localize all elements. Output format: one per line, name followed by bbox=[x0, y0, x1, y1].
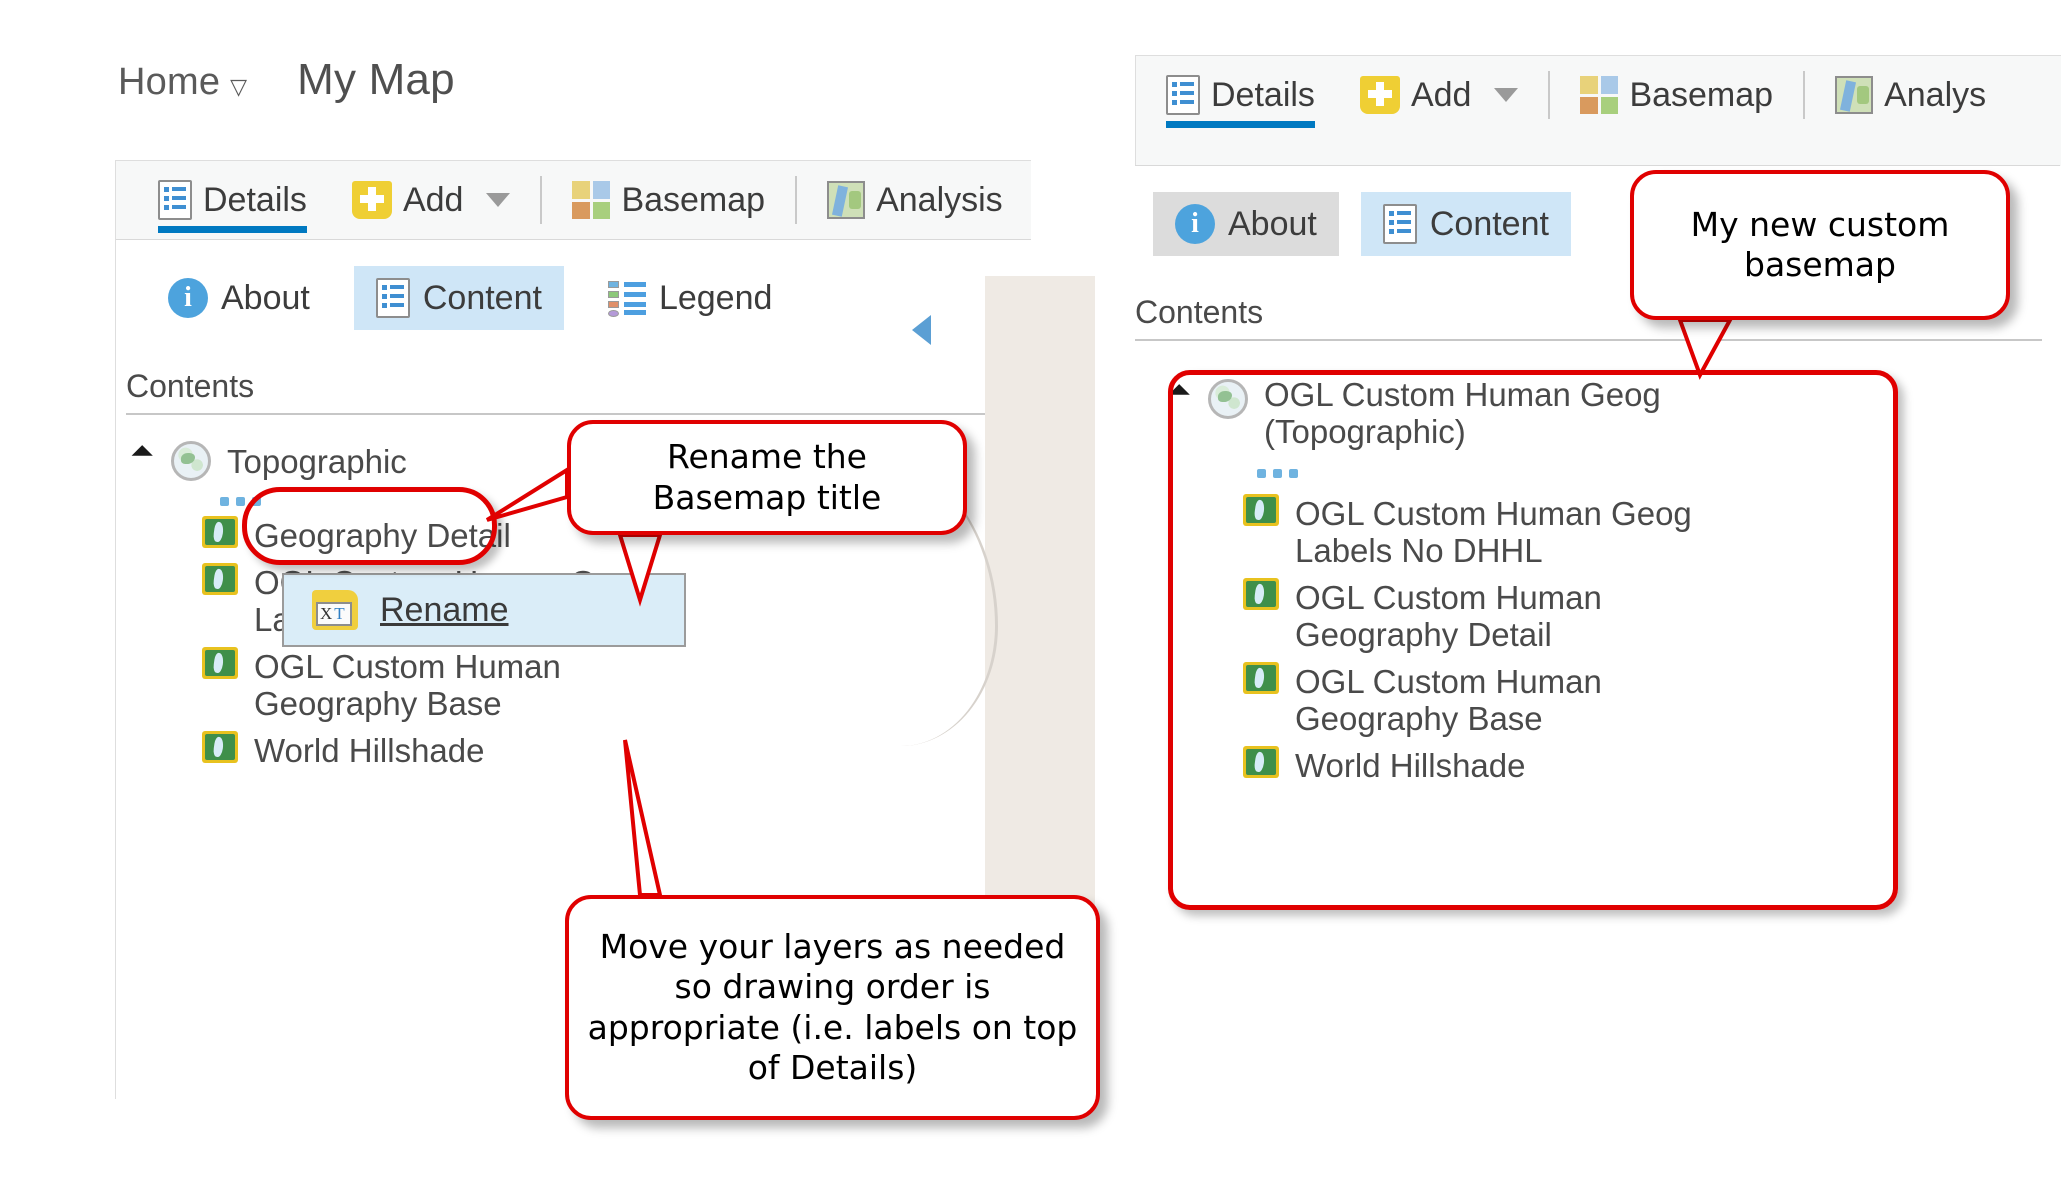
panel-collapse-arrow-icon[interactable] bbox=[912, 315, 931, 345]
callout-new-custom-basemap: My new custom basemap bbox=[1630, 170, 2010, 320]
right-main-toolbar: Details Add Basemap Analys bbox=[1136, 56, 2061, 134]
toolbar-add-label: Add bbox=[1410, 75, 1472, 114]
layer-label: OGL Custom Human Geography Base bbox=[254, 647, 561, 722]
right-app-shell: Details Add Basemap Analys bbox=[1135, 55, 2061, 166]
toolbar-divider bbox=[540, 176, 543, 224]
callout-move-text: Move your layers as needed so drawing or… bbox=[587, 927, 1078, 1087]
toolbar-basemap-label: Basemap bbox=[1629, 75, 1774, 114]
toolbar-analysis-label: Analysis bbox=[876, 180, 1003, 219]
rename-icon-t: T bbox=[334, 604, 347, 623]
collapse-triangle-icon[interactable] bbox=[131, 445, 164, 477]
active-tab-underline bbox=[1166, 121, 1315, 128]
subtab-about[interactable]: i About bbox=[1153, 192, 1339, 256]
add-icon bbox=[351, 181, 392, 219]
globe-icon bbox=[171, 441, 211, 481]
basemap-icon bbox=[572, 181, 611, 219]
subtab-content-label: Content bbox=[1429, 204, 1549, 243]
layer-icon bbox=[202, 516, 238, 548]
toolbar-item-add[interactable]: Add bbox=[351, 161, 511, 239]
toolbar-item-analysis[interactable]: Analys bbox=[1835, 56, 1986, 134]
left-main-toolbar: Details Add Basemap Analysis bbox=[116, 161, 1031, 239]
add-icon bbox=[1359, 76, 1400, 114]
toolbar-analysis-label: Analys bbox=[1884, 75, 1987, 114]
layer-icon bbox=[202, 646, 238, 679]
subtab-about[interactable]: i About bbox=[146, 266, 332, 330]
info-icon: i bbox=[168, 278, 208, 318]
annotation-highlight-new-basemap-layers bbox=[1168, 370, 1898, 910]
layer-icon bbox=[202, 562, 238, 595]
toolbar-item-analysis[interactable]: Analysis bbox=[827, 161, 1003, 239]
toolbar-item-basemap[interactable]: Basemap bbox=[1580, 56, 1773, 134]
page-title: My Map bbox=[297, 55, 455, 104]
subtab-about-label: About bbox=[221, 278, 310, 317]
contents-heading: Contents bbox=[126, 368, 255, 404]
rename-icon: XT bbox=[312, 590, 358, 630]
subtab-about-label: About bbox=[1228, 204, 1317, 243]
callout-rename-basemap: Rename the Basemap title bbox=[567, 420, 967, 535]
chevron-down-icon[interactable]: ▽ bbox=[230, 74, 247, 100]
subtab-content-label: Content bbox=[422, 278, 542, 317]
details-icon bbox=[1166, 75, 1200, 115]
layer-label: World Hillshade bbox=[254, 731, 485, 769]
toolbar-divider bbox=[1548, 71, 1551, 119]
analysis-icon bbox=[827, 181, 866, 219]
toolbar-divider bbox=[1803, 71, 1806, 119]
toolbar-divider bbox=[795, 176, 798, 224]
toolbar-details-label: Details bbox=[1211, 75, 1315, 114]
active-tab-underline bbox=[158, 226, 307, 233]
subtab-legend[interactable]: Legend bbox=[586, 267, 794, 330]
contents-divider bbox=[126, 413, 1017, 415]
chevron-down-icon[interactable] bbox=[1494, 88, 1519, 102]
callout-move-layers: Move your layers as needed so drawing or… bbox=[565, 895, 1100, 1120]
toolbar-details-label: Details bbox=[203, 180, 307, 219]
subtab-legend-label: Legend bbox=[658, 278, 773, 317]
callout-custom-text: My new custom basemap bbox=[1690, 204, 1950, 284]
subtab-content[interactable]: Content bbox=[353, 266, 564, 330]
layer-icon bbox=[202, 730, 238, 763]
info-icon: i bbox=[1175, 204, 1215, 244]
analysis-icon bbox=[1835, 76, 1874, 114]
toolbar-item-add[interactable]: Add bbox=[1359, 56, 1519, 134]
app-header: Home ▽ My Map bbox=[118, 55, 455, 105]
toolbar-item-details[interactable]: Details bbox=[158, 161, 307, 239]
legend-icon bbox=[607, 279, 646, 317]
contents-divider bbox=[1135, 339, 2042, 341]
toolbar-basemap-label: Basemap bbox=[621, 180, 766, 219]
layer-group-label: Topographic bbox=[227, 442, 407, 480]
annotation-highlight-topographic bbox=[242, 487, 497, 565]
basemap-icon bbox=[1580, 76, 1619, 114]
chevron-down-icon[interactable] bbox=[486, 193, 511, 207]
home-link[interactable]: Home bbox=[118, 61, 220, 104]
context-menu-rename-label[interactable]: Rename bbox=[380, 591, 509, 630]
map-canvas-strip[interactable] bbox=[985, 276, 1095, 961]
callout-rename-text: Rename the Basemap title bbox=[652, 437, 882, 517]
content-icon bbox=[375, 278, 410, 318]
content-icon bbox=[1382, 204, 1417, 244]
rename-icon-x: X bbox=[320, 604, 335, 623]
subtab-content[interactable]: Content bbox=[1360, 192, 1571, 256]
toolbar-item-basemap[interactable]: Basemap bbox=[572, 161, 765, 239]
left-subtab-bar: i About Content Legend bbox=[116, 240, 1031, 344]
toolbar-item-details[interactable]: Details bbox=[1166, 56, 1315, 134]
details-icon bbox=[158, 180, 192, 220]
toolbar-add-label: Add bbox=[402, 180, 464, 219]
context-menu-rename[interactable]: XT Rename bbox=[282, 573, 686, 647]
